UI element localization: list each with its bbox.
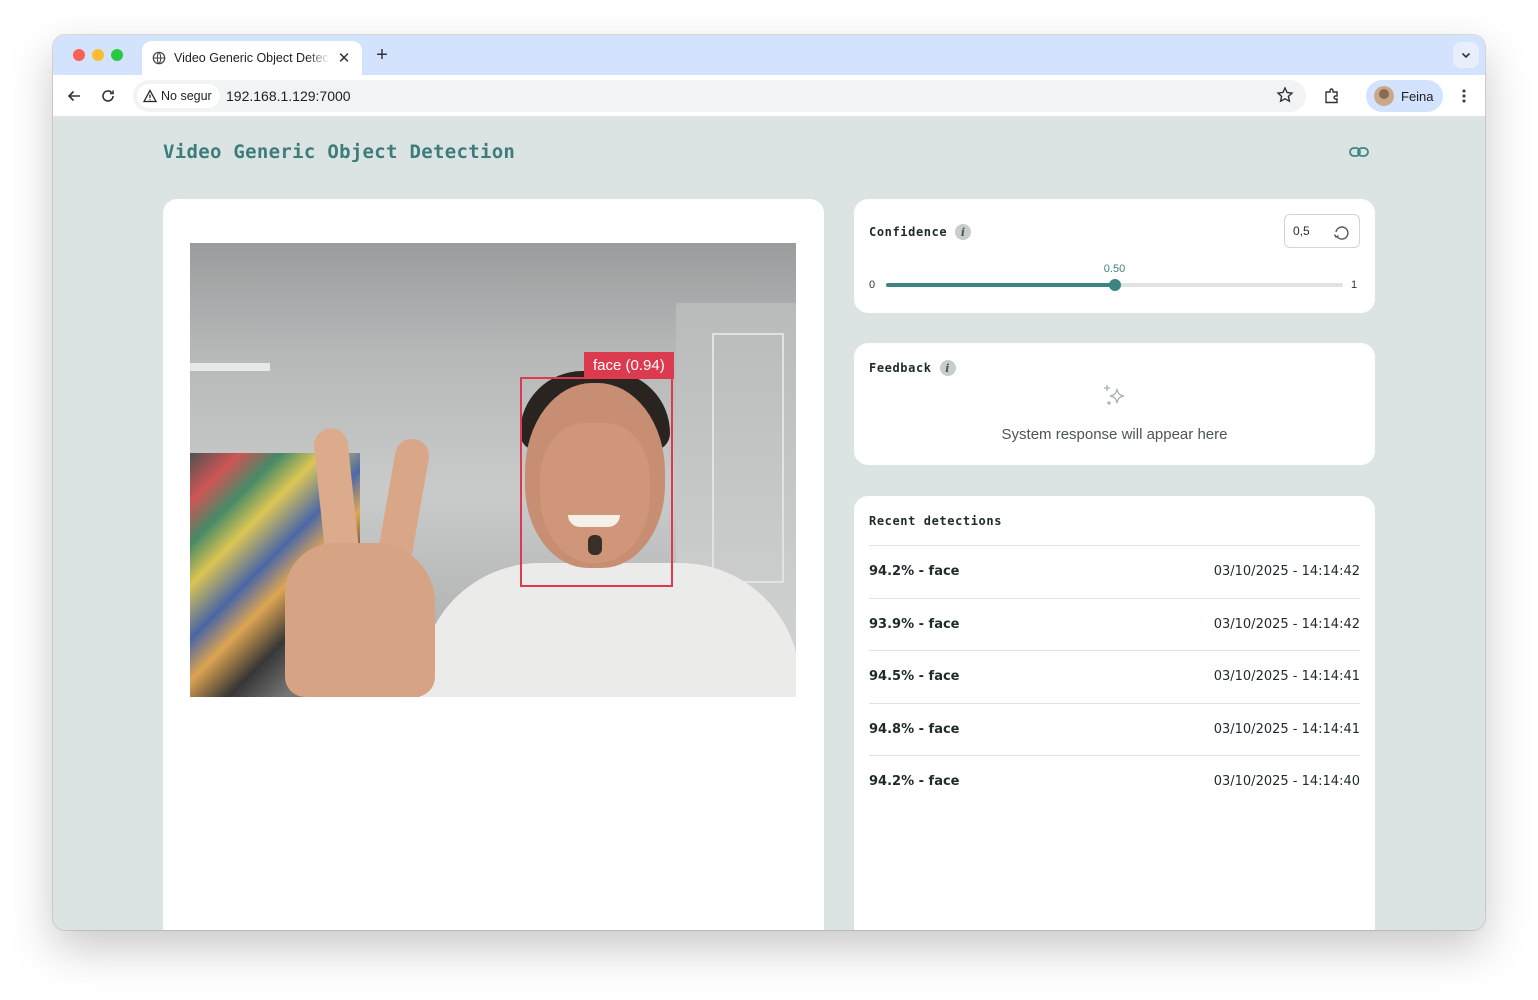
globe-icon [152,51,166,65]
detection-label: face (0.94) [584,352,674,379]
sparkle-icon [1100,383,1128,416]
back-icon[interactable] [63,85,85,107]
detection-label: 94.8% - face [869,721,960,737]
link-icon[interactable] [1349,145,1369,163]
slider-fill [886,283,1115,287]
confidence-slider[interactable]: 0.50 [886,263,1343,291]
reload-icon[interactable] [97,85,119,107]
confidence-input-value: 0,5 [1293,224,1310,238]
url-text[interactable]: 192.168.1.129:7000 [226,88,351,104]
detection-label: 94.2% - face [869,564,960,580]
detection-time: 03/10/2025 - 14:14:42 [1213,616,1360,632]
avatar [1374,86,1394,106]
tab-title: Video Generic Object Detection [174,51,330,65]
detection-time: 03/10/2025 - 14:14:41 [1213,669,1360,685]
video-feed: face (0.94) [190,243,796,697]
confidence-title: Confidence [869,225,948,239]
warning-icon [143,89,157,103]
minimize-window-button[interactable] [92,49,104,61]
tab-strip: Video Generic Object Detection ✕ + [53,35,1485,75]
detection-label: 93.9% - face [869,616,960,632]
profile-button[interactable]: Feina [1366,80,1443,112]
info-icon[interactable]: i [955,224,972,240]
list-item: 94.8% - face 03/10/2025 - 14:14:41 [869,702,1360,756]
reset-icon[interactable] [1333,223,1351,244]
video-card: face (0.94) [163,199,824,930]
confidence-title-row: Confidence i [869,224,972,240]
confidence-card: Confidence i 0,5 0 0.50 1 [854,199,1375,313]
security-label: No segur [161,89,212,103]
list-item: 93.9% - face 03/10/2025 - 14:14:42 [869,597,1360,651]
confidence-input[interactable]: 0,5 [1284,214,1360,248]
slider-min-label: 0 [869,279,876,291]
slider-max-label: 1 [1351,279,1358,291]
detection-time: 03/10/2025 - 14:14:40 [1213,774,1360,790]
detection-time: 03/10/2025 - 14:14:42 [1213,564,1360,580]
feedback-placeholder: System response will appear here [1001,426,1228,443]
browser-window: Video Generic Object Detection ✕ + No se… [53,35,1485,930]
slider-value-label: 0.50 [1103,263,1126,275]
detection-bounding-box [520,377,673,587]
browser-tab-active[interactable]: Video Generic Object Detection ✕ [142,41,362,75]
extensions-icon[interactable] [1321,85,1343,107]
list-item: 94.5% - face 03/10/2025 - 14:14:41 [869,650,1360,703]
browser-toolbar: No segur 192.168.1.129:7000 Feina [53,75,1485,117]
feedback-title-row: Feedback i [869,360,956,376]
address-bar[interactable]: No segur 192.168.1.129:7000 [133,80,1306,112]
list-item: 94.2% - face 03/10/2025 - 14:14:42 [869,545,1360,598]
security-chip[interactable]: No segur [137,84,220,108]
star-icon[interactable] [1276,86,1294,109]
page-content: Video Generic Object Detection face (0.9… [53,117,1485,930]
detection-label: 94.5% - face [869,669,960,685]
info-icon[interactable]: i [939,360,956,376]
feedback-card: Feedback i System response will appear h… [854,343,1375,465]
chevron-down-icon[interactable] [1453,42,1479,68]
plus-icon[interactable]: + [371,44,393,67]
maximize-window-button[interactable] [111,49,123,61]
list-item: 94.2% - face 03/10/2025 - 14:14:40 [869,755,1360,808]
recent-detections-card: Recent detections 94.2% - face 03/10/202… [854,496,1375,930]
profile-name: Feina [1401,88,1434,104]
detections-list: 94.2% - face 03/10/2025 - 14:14:42 93.9%… [869,545,1360,808]
detection-label: 94.2% - face [869,774,960,790]
close-icon[interactable]: ✕ [336,49,352,67]
close-window-button[interactable] [73,49,85,61]
detection-time: 03/10/2025 - 14:14:41 [1213,721,1360,737]
slider-thumb[interactable] [1108,279,1121,291]
feedback-title: Feedback [869,361,932,375]
recent-detections-title: Recent detections [869,514,1003,528]
page-title: Video Generic Object Detection [163,141,516,163]
kebab-menu-icon[interactable] [1453,85,1475,107]
